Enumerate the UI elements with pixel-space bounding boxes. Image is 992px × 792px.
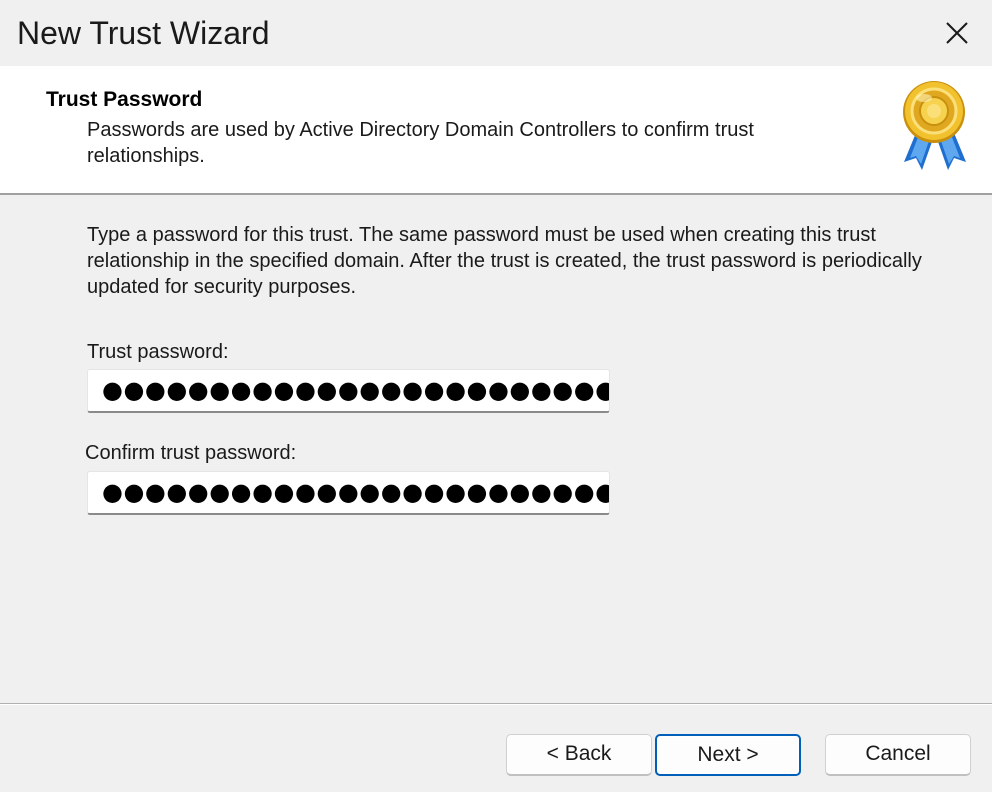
close-icon (946, 22, 968, 44)
confirm-password-input[interactable]: ●●●●●●●●●●●●●●●●●●●●●●●●●●●●●●●● (87, 471, 610, 515)
award-ribbon-icon (903, 81, 966, 170)
close-button[interactable] (922, 0, 992, 66)
confirm-password-label: Confirm trust password: (85, 442, 297, 464)
title-bar: New Trust Wizard (0, 0, 992, 66)
wizard-header: Trust Password Passwords are used by Act… (0, 66, 992, 195)
next-button[interactable]: Next > (655, 734, 801, 776)
instructions-text: Type a password for this trust. The same… (87, 224, 922, 298)
window-title: New Trust Wizard (17, 15, 270, 51)
trust-password-input[interactable]: ●●●●●●●●●●●●●●●●●●●●●●●●●●●●●●●● (87, 369, 610, 413)
footer-divider (0, 703, 992, 705)
cancel-button[interactable]: Cancel (825, 734, 971, 776)
trust-password-label: Trust password: (87, 341, 229, 363)
page-description: Passwords are used by Active Directory D… (87, 119, 754, 167)
page-title: Trust Password (46, 88, 203, 111)
wizard-window: New Trust Wizard Trust Password Password… (0, 0, 992, 792)
back-button[interactable]: < Back (506, 734, 652, 776)
